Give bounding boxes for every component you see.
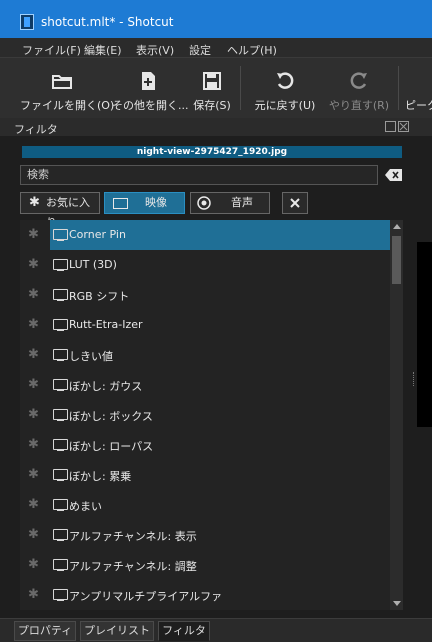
video-filter-icon: [53, 289, 68, 301]
menu-bar: ファイル(F) 編集(E) 表示(V) 設定 ヘルプ(H): [0, 38, 432, 58]
scrollbar-thumb[interactable]: [392, 236, 401, 284]
video-preview-area: [417, 242, 432, 427]
favorite-star-icon[interactable]: ✱: [28, 348, 39, 362]
video-filter-icon: [53, 229, 68, 241]
toolbar-separator: [240, 66, 241, 110]
video-filter-icon: [53, 589, 68, 601]
current-clip-label: night-view-2975427_1920.jpg: [22, 146, 402, 158]
tab-playlist[interactable]: プレイリスト: [80, 621, 154, 641]
favorite-star-icon[interactable]: ✱: [28, 438, 39, 452]
favorite-star-icon[interactable]: ✱: [28, 258, 39, 272]
filter-list-scrollbar[interactable]: [390, 220, 403, 610]
float-panel-icon[interactable]: [385, 121, 396, 132]
video-filter-icon: [53, 319, 68, 331]
video-filter-button[interactable]: 映像: [104, 192, 185, 214]
video-filter-icon: [53, 469, 68, 481]
favorite-star-icon[interactable]: ✱: [28, 288, 39, 302]
favorite-star-icon[interactable]: ✱: [28, 378, 39, 392]
filter-list-item[interactable]: ✱ しきい値: [20, 340, 390, 370]
filter-list-item[interactable]: ✱ ぼかし: ローパス: [20, 430, 390, 460]
filter-list-item[interactable]: ✱ めまい: [20, 490, 390, 520]
monitor-icon: [113, 198, 128, 209]
save-icon: [203, 72, 221, 90]
redo-icon: [350, 72, 367, 89]
save-button[interactable]: 保存(S): [190, 58, 234, 118]
peak-meter-button[interactable]: ピーク: [405, 58, 432, 118]
filter-list-item[interactable]: ✱ ぼかし: ガウス: [20, 370, 390, 400]
close-icon: [290, 198, 300, 208]
video-filter-icon: [53, 409, 68, 421]
favorite-star-icon[interactable]: ✱: [28, 228, 39, 242]
filter-list-item[interactable]: ✱ アルファチャンネル: 表示: [20, 520, 390, 550]
bottom-tab-bar: プロパティ プレイリスト フィルタ: [0, 618, 432, 642]
video-filter-icon: [53, 439, 68, 451]
favorite-star-icon[interactable]: ✱: [28, 528, 39, 542]
filter-list-item[interactable]: ✱ ぼかし: 累乗: [20, 460, 390, 490]
scroll-up-arrow-icon[interactable]: [393, 224, 401, 229]
redo-button[interactable]: やり直す(R): [324, 58, 394, 118]
favorite-star-icon[interactable]: ✱: [28, 408, 39, 422]
window-title: shotcut.mlt* - Shotcut: [41, 15, 174, 29]
open-file-button[interactable]: ファイルを開く(O): [20, 58, 114, 118]
menu-edit[interactable]: 編集(E): [84, 42, 122, 58]
favorites-filter-button[interactable]: ✱ お気に入り: [20, 192, 100, 229]
shotcut-app-icon: [20, 14, 34, 30]
filter-list-item[interactable]: ✱ Corner Pin: [20, 220, 390, 250]
filter-list-item[interactable]: ✱ ぼかし: ボックス: [20, 400, 390, 430]
new-file-icon: [142, 72, 155, 90]
filter-list-item[interactable]: ✱ アンプリマルチプライアルファ: [20, 580, 390, 610]
undo-button[interactable]: 元に戻す(U): [250, 58, 320, 118]
video-filter-icon: [53, 499, 68, 511]
favorite-star-icon[interactable]: ✱: [28, 318, 39, 332]
title-bar: shotcut.mlt* - Shotcut: [0, 0, 432, 38]
video-filter-icon: [53, 259, 68, 271]
toolbar-separator: [398, 66, 399, 110]
video-filter-icon: [53, 529, 68, 541]
filter-list-item[interactable]: ✱ LUT (3D): [20, 250, 390, 280]
video-filter-icon: [53, 559, 68, 571]
video-filter-icon: [53, 379, 68, 391]
tab-properties[interactable]: プロパティ: [14, 621, 76, 641]
favorite-star-icon[interactable]: ✱: [28, 498, 39, 512]
filter-search-input[interactable]: 検索: [20, 165, 378, 185]
asterisk-icon: ✱: [29, 195, 40, 210]
menu-settings[interactable]: 設定: [189, 42, 211, 58]
folder-icon: [52, 75, 72, 89]
tab-filters[interactable]: フィルタ: [158, 621, 210, 641]
close-panel-icon[interactable]: [398, 121, 409, 132]
undo-icon: [277, 72, 294, 89]
favorite-star-icon[interactable]: ✱: [28, 558, 39, 572]
audio-filter-button[interactable]: 音声: [190, 192, 270, 214]
scroll-down-arrow-icon[interactable]: [393, 601, 401, 606]
menu-file[interactable]: ファイル(F): [22, 42, 81, 58]
close-filter-list-button[interactable]: [282, 192, 308, 214]
main-toolbar: ファイルを開く(O) その他を開く... 保存(S) 元に戻す(U) やり直す(…: [0, 58, 432, 118]
menu-help[interactable]: ヘルプ(H): [227, 42, 277, 58]
filter-list-item[interactable]: ✱ Rutt-Etra-Izer: [20, 310, 390, 340]
filters-panel-header: フィルタ: [0, 118, 432, 136]
favorite-star-icon[interactable]: ✱: [28, 468, 39, 482]
video-filter-icon: [53, 349, 68, 361]
filter-list: ✱ Corner Pin ✱ LUT (3D) ✱ RGB シフト ✱ Rutt…: [20, 220, 390, 610]
open-other-button[interactable]: その他を開く...: [112, 58, 189, 118]
filter-list-item[interactable]: ✱ RGB シフト: [20, 280, 390, 310]
panel-title: フィルタ: [14, 123, 58, 136]
speaker-icon: [197, 196, 211, 210]
favorite-star-icon[interactable]: ✱: [28, 588, 39, 602]
menu-view[interactable]: 表示(V): [136, 42, 174, 58]
filter-list-item[interactable]: ✱ アルファチャンネル: 調整: [20, 550, 390, 580]
clear-search-icon[interactable]: [385, 168, 403, 182]
